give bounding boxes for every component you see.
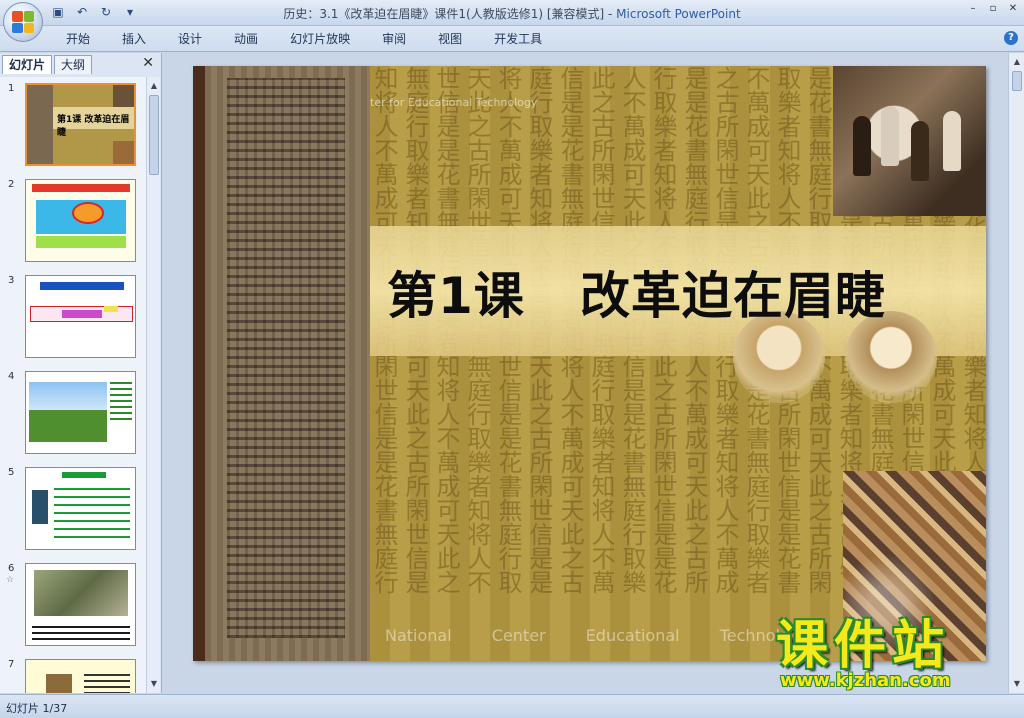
thumbnail-row[interactable]: 1 第1课 改革迫在眉睫	[0, 81, 146, 169]
slide-counter: 幻灯片 1/37	[6, 702, 68, 715]
slide-title[interactable]: 第1课 改革迫在眉睫	[387, 256, 977, 328]
slide-thumbnail[interactable]	[25, 563, 136, 646]
tab-design[interactable]: 设计	[162, 31, 218, 47]
scroll-thumb[interactable]	[1012, 71, 1022, 91]
minimize-button[interactable]: –	[966, 2, 980, 16]
tab-animations[interactable]: 动画	[218, 31, 274, 47]
title-bar: ▣ ↶ ↻ ▾ 历史：3.1《改革迫在眉睫》课件1(人教版选修1) [兼容模式]…	[0, 0, 1024, 26]
thumbnail-row[interactable]: 2	[0, 177, 146, 265]
scroll-down-icon[interactable]: ▼	[149, 679, 159, 689]
window-controls: – ▫ ✕	[966, 2, 1020, 16]
scroll-up-icon[interactable]: ▲	[1012, 57, 1022, 67]
slide-thumbnail[interactable]: 第1课 改革迫在眉睫	[25, 83, 136, 166]
slide-number: 2	[8, 179, 15, 190]
slide-thumbnail[interactable]	[25, 659, 136, 693]
slide-number: 1	[8, 83, 15, 94]
thumbnail-row[interactable]: 6 ☆	[0, 561, 146, 649]
tab-home[interactable]: 开始	[50, 31, 106, 47]
tab-developer[interactable]: 开发工具	[478, 31, 558, 47]
slide-number: 5	[8, 467, 15, 478]
scroll-down-icon[interactable]: ▼	[1012, 679, 1022, 689]
animation-star-icon: ☆	[6, 575, 15, 585]
slide-number: 7	[8, 659, 15, 670]
slide-thumbnail[interactable]	[25, 275, 136, 358]
tab-slideshow[interactable]: 幻灯片放映	[274, 31, 366, 47]
slide-number: 6	[8, 563, 15, 574]
brand-name: 课件站	[776, 616, 951, 676]
scroll-thumb[interactable]	[149, 95, 159, 175]
stele-image	[205, 66, 370, 661]
status-bar: 幻灯片 1/37	[0, 694, 1024, 718]
slide-number: 4	[8, 371, 15, 382]
ribbon: 开始 插入 设计 动画 幻灯片放映 审阅 视图 开发工具 ?	[0, 26, 1024, 52]
current-slide[interactable]: 知将人不萬成可天此之古所閑世信是是花書無庭行無庭行取樂者知将人不萬成可天此之古所…	[193, 66, 986, 661]
watermark-text-top: ter for Educational Technology	[370, 96, 538, 109]
brand-url: www.kjzhan.com	[780, 670, 951, 691]
scroll-up-icon[interactable]: ▲	[149, 81, 159, 91]
slide-thumbnail[interactable]	[25, 467, 136, 550]
watermark-text-bottom: National Center Educational Technology	[385, 626, 810, 645]
document-title: 历史：3.1《改革迫在眉睫》课件1(人教版选修1) [兼容模式] -	[283, 7, 617, 21]
painting-figures-image	[833, 66, 986, 216]
tab-outline[interactable]: 大纲	[54, 55, 93, 74]
slide-thumbnail[interactable]	[25, 179, 136, 262]
slide-border-strip	[193, 66, 205, 661]
restore-button[interactable]: ▫	[986, 2, 1000, 16]
window-title: 历史：3.1《改革迫在眉睫》课件1(人教版选修1) [兼容模式] - Micro…	[0, 5, 1024, 22]
tab-slides[interactable]: 幻灯片	[2, 55, 53, 74]
close-button[interactable]: ✕	[1006, 2, 1020, 16]
help-icon[interactable]: ?	[1004, 31, 1018, 45]
thumbnail-row[interactable]: 7	[0, 657, 146, 693]
thumbnail-row[interactable]: 4	[0, 369, 146, 457]
close-pane-icon[interactable]: ✕	[142, 55, 154, 71]
editor-scrollbar[interactable]: ▲ ▼	[1008, 53, 1024, 693]
office-button[interactable]	[3, 2, 43, 42]
ribbon-tabs: 开始 插入 设计 动画 幻灯片放映 审阅 视图 开发工具	[50, 31, 558, 47]
thumbnail-row[interactable]: 5	[0, 465, 146, 553]
brand-logo: 课件站 www.kjzhan.com	[776, 618, 1006, 693]
tab-review[interactable]: 审阅	[366, 31, 422, 47]
tab-view[interactable]: 视图	[422, 31, 478, 47]
thumbnail-row[interactable]: 3	[0, 273, 146, 361]
office-logo-icon	[12, 11, 34, 33]
pane-tabs: 幻灯片 大纲 ✕	[2, 55, 158, 75]
slide-number: 3	[8, 275, 15, 286]
tab-insert[interactable]: 插入	[106, 31, 162, 47]
slide-thumbnail[interactable]	[25, 371, 136, 454]
app-name: Microsoft PowerPoint	[616, 7, 741, 21]
slide-editor: 知将人不萬成可天此之古所閑世信是是花書無庭行無庭行取樂者知将人不萬成可天此之古所…	[163, 53, 1024, 693]
slide-thumbnails: 1 第1课 改革迫在眉睫 2 3 4 5 6 ☆ 7	[0, 77, 146, 693]
slides-pane: 幻灯片 大纲 ✕ 1 第1课 改革迫在眉睫 2 3 4 5 6 ☆ 7 ▲ ▼	[0, 53, 162, 693]
thumbnail-scrollbar[interactable]: ▲ ▼	[146, 77, 160, 693]
